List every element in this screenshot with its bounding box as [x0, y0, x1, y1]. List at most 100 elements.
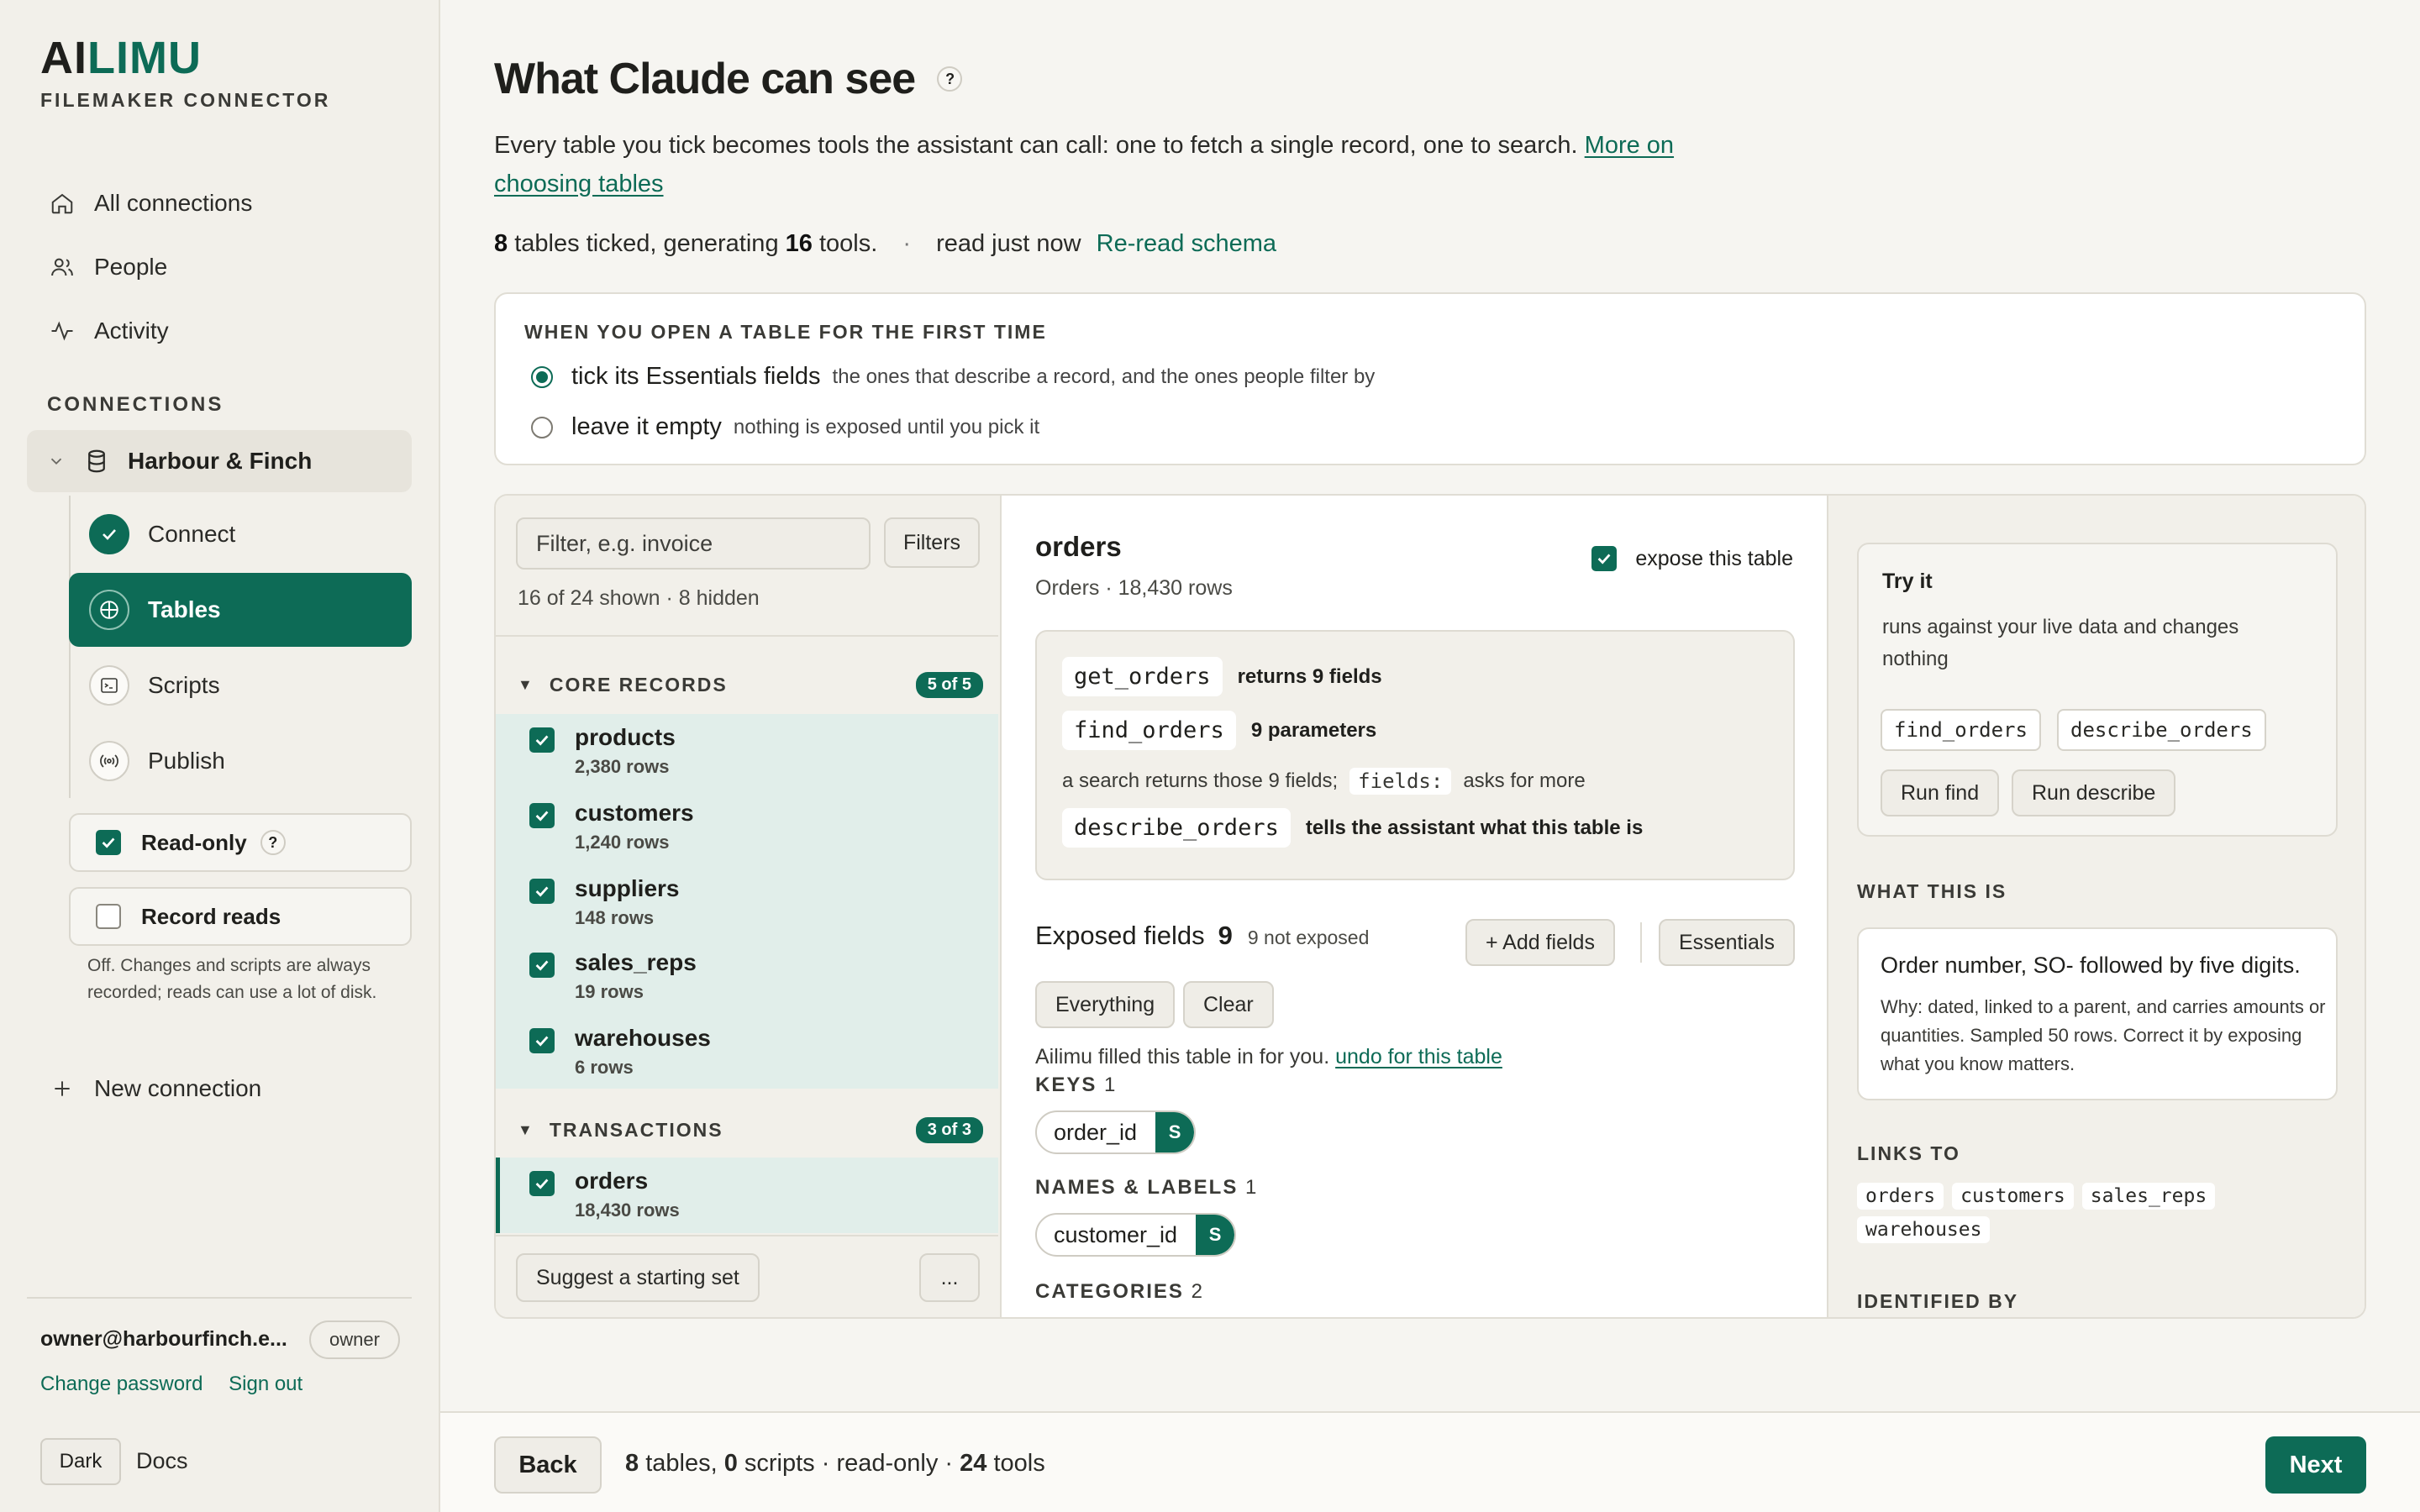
run-describe-button[interactable]: Run describe	[2012, 769, 2176, 816]
links-to-label: LINKS TO	[1857, 1142, 1960, 1164]
readonly-toggle[interactable]: Read-only ?	[69, 813, 412, 872]
tool-chip-describe[interactable]: describe_orders	[2057, 709, 2266, 751]
step-connect[interactable]: Connect	[69, 497, 412, 571]
new-connection-button[interactable]: New connection	[47, 1063, 261, 1114]
option-essentials[interactable]: tick its Essentials fields the ones that…	[531, 363, 1375, 391]
sign-out-link[interactable]: Sign out	[229, 1373, 302, 1395]
summary-scripts-count: 0	[723, 1450, 738, 1477]
tool-chip-find[interactable]: find_orders	[1881, 709, 2041, 751]
table-name: orders	[575, 1168, 649, 1194]
page-title: What Claude can see	[494, 55, 916, 103]
table-row-sales-reps[interactable]: sales_reps 19 rows	[496, 939, 998, 1015]
intro-text: Every table you tick becomes tools the a…	[494, 126, 1704, 203]
option-empty[interactable]: leave it empty nothing is exposed until …	[531, 413, 1039, 441]
sidebar-divider	[27, 1297, 412, 1299]
connection-name: Harbour & Finch	[128, 448, 313, 474]
table-info: warehouses 6 rows	[575, 1015, 711, 1079]
add-fields-button[interactable]: + Add fields	[1465, 919, 1615, 966]
collapse-triangle-icon[interactable]: ▼	[518, 1121, 534, 1139]
group-core-records[interactable]: ▼ CORE RECORDS 5 of 5	[518, 672, 983, 698]
back-button[interactable]: Back	[494, 1436, 602, 1494]
table-checkbox[interactable]	[529, 879, 555, 904]
table-checkbox[interactable]	[529, 953, 555, 978]
reread-schema-link[interactable]: Re-read schema	[1097, 230, 1276, 257]
chevron-down-icon[interactable]	[47, 452, 66, 470]
step-label: Scripts	[148, 672, 220, 698]
nav-people[interactable]: People	[47, 242, 167, 292]
category-count: 2	[1191, 1280, 1204, 1303]
table-checkbox[interactable]	[529, 1171, 555, 1196]
table-row-customers[interactable]: customers 1,240 rows	[496, 790, 998, 865]
nav-all-connections[interactable]: All connections	[47, 178, 252, 228]
table-info: suppliers 148 rows	[575, 865, 679, 929]
generated-tools-box: get_orders returns 9 fields find_orders …	[1035, 630, 1795, 880]
record-reads-checkbox[interactable]	[96, 904, 121, 929]
field-order-id[interactable]: order_id S	[1035, 1110, 1197, 1154]
record-reads-label: Record reads	[141, 903, 281, 929]
docs-link[interactable]: Docs	[136, 1448, 188, 1474]
theme-toggle-button[interactable]: Dark	[40, 1438, 121, 1485]
expose-table-toggle[interactable]: expose this table	[1591, 546, 1793, 571]
intro-body: Every table you tick becomes tools the a…	[494, 132, 1578, 159]
tool-name: describe_orders	[1062, 808, 1291, 848]
people-icon	[47, 252, 77, 282]
collapse-triangle-icon[interactable]: ▼	[518, 676, 534, 694]
essentials-button[interactable]: Essentials	[1659, 919, 1795, 966]
table-checkbox[interactable]	[529, 727, 555, 753]
change-password-link[interactable]: Change password	[40, 1373, 203, 1395]
readonly-checkbox[interactable]	[96, 830, 121, 855]
table-checkbox[interactable]	[529, 803, 555, 828]
clear-button[interactable]: Clear	[1183, 981, 1274, 1028]
next-button[interactable]: Next	[2265, 1436, 2366, 1494]
run-find-button[interactable]: Run find	[1881, 769, 2000, 816]
stats-text: tools.	[812, 230, 878, 257]
step-publish[interactable]: Publish	[69, 724, 412, 798]
note-text: asks for more	[1463, 769, 1586, 792]
app-logo[interactable]: AILIMU	[40, 32, 202, 84]
suggest-starting-set-button[interactable]: Suggest a starting set	[516, 1253, 760, 1302]
expose-checkbox[interactable]	[1591, 546, 1618, 571]
table-rows: 18,430 rows	[575, 1200, 680, 1221]
group-transactions[interactable]: ▼ TRANSACTIONS 3 of 3	[518, 1117, 983, 1143]
table-row-warehouses[interactable]: warehouses 6 rows	[496, 1015, 998, 1089]
summary-tables-count: 8	[625, 1450, 639, 1477]
footer-bar: Back 8 tables, 0 scripts · read-only · 2…	[440, 1411, 2420, 1512]
radio-essentials[interactable]	[531, 365, 553, 388]
option-label: leave it empty	[571, 413, 722, 440]
link-chip[interactable]: warehouses	[1857, 1216, 1991, 1243]
table-checkbox[interactable]	[529, 1028, 555, 1053]
link-chip[interactable]: sales_reps	[2081, 1183, 2216, 1210]
inspector-panel: Try it runs against your live data and c…	[1828, 496, 2365, 1317]
undo-autofill-link[interactable]: undo for this table	[1335, 1045, 1502, 1068]
tools-generated-count: 16	[785, 230, 813, 257]
everything-button[interactable]: Everything	[1035, 981, 1176, 1028]
tool-desc: tells the assistant what this table is	[1305, 816, 1644, 839]
separator: ·	[902, 230, 911, 257]
more-options-button[interactable]: ...	[919, 1253, 980, 1302]
table-name: products	[575, 724, 676, 750]
record-reads-toggle[interactable]: Record reads	[69, 887, 412, 946]
option-label: tick its Essentials fields	[571, 363, 821, 390]
help-icon[interactable]: ?	[260, 830, 286, 855]
step-scripts[interactable]: Scripts	[69, 648, 412, 722]
table-detail-name: orders	[1035, 531, 1122, 562]
button-separator	[1640, 922, 1642, 963]
field-customer-id[interactable]: customer_id S	[1035, 1213, 1237, 1257]
link-chip[interactable]: customers	[1952, 1183, 2074, 1210]
nav-activity[interactable]: Activity	[47, 306, 169, 356]
connection-harbour-finch[interactable]: Harbour & Finch	[27, 430, 412, 492]
help-icon[interactable]: ?	[937, 66, 963, 92]
try-it-title: Try it	[1882, 570, 1933, 593]
table-row-products[interactable]: products 2,380 rows	[496, 714, 998, 790]
summary-text: tables,	[639, 1450, 724, 1477]
group-count-badge: 3 of 3	[915, 1117, 983, 1143]
link-chip[interactable]: orders	[1857, 1183, 1944, 1210]
table-row-orders[interactable]: orders 18,430 rows	[496, 1158, 998, 1233]
step-tables[interactable]: Tables	[69, 573, 412, 647]
radio-empty[interactable]	[531, 416, 553, 438]
exposed-fields-heading: Exposed fields 9 9 not exposed	[1035, 921, 1369, 951]
table-row-suppliers[interactable]: suppliers 148 rows	[496, 865, 998, 939]
logo-ai: AI	[40, 33, 87, 83]
table-filter-input[interactable]: Filter, e.g. invoice	[516, 517, 871, 570]
filters-button[interactable]: Filters	[884, 517, 980, 568]
